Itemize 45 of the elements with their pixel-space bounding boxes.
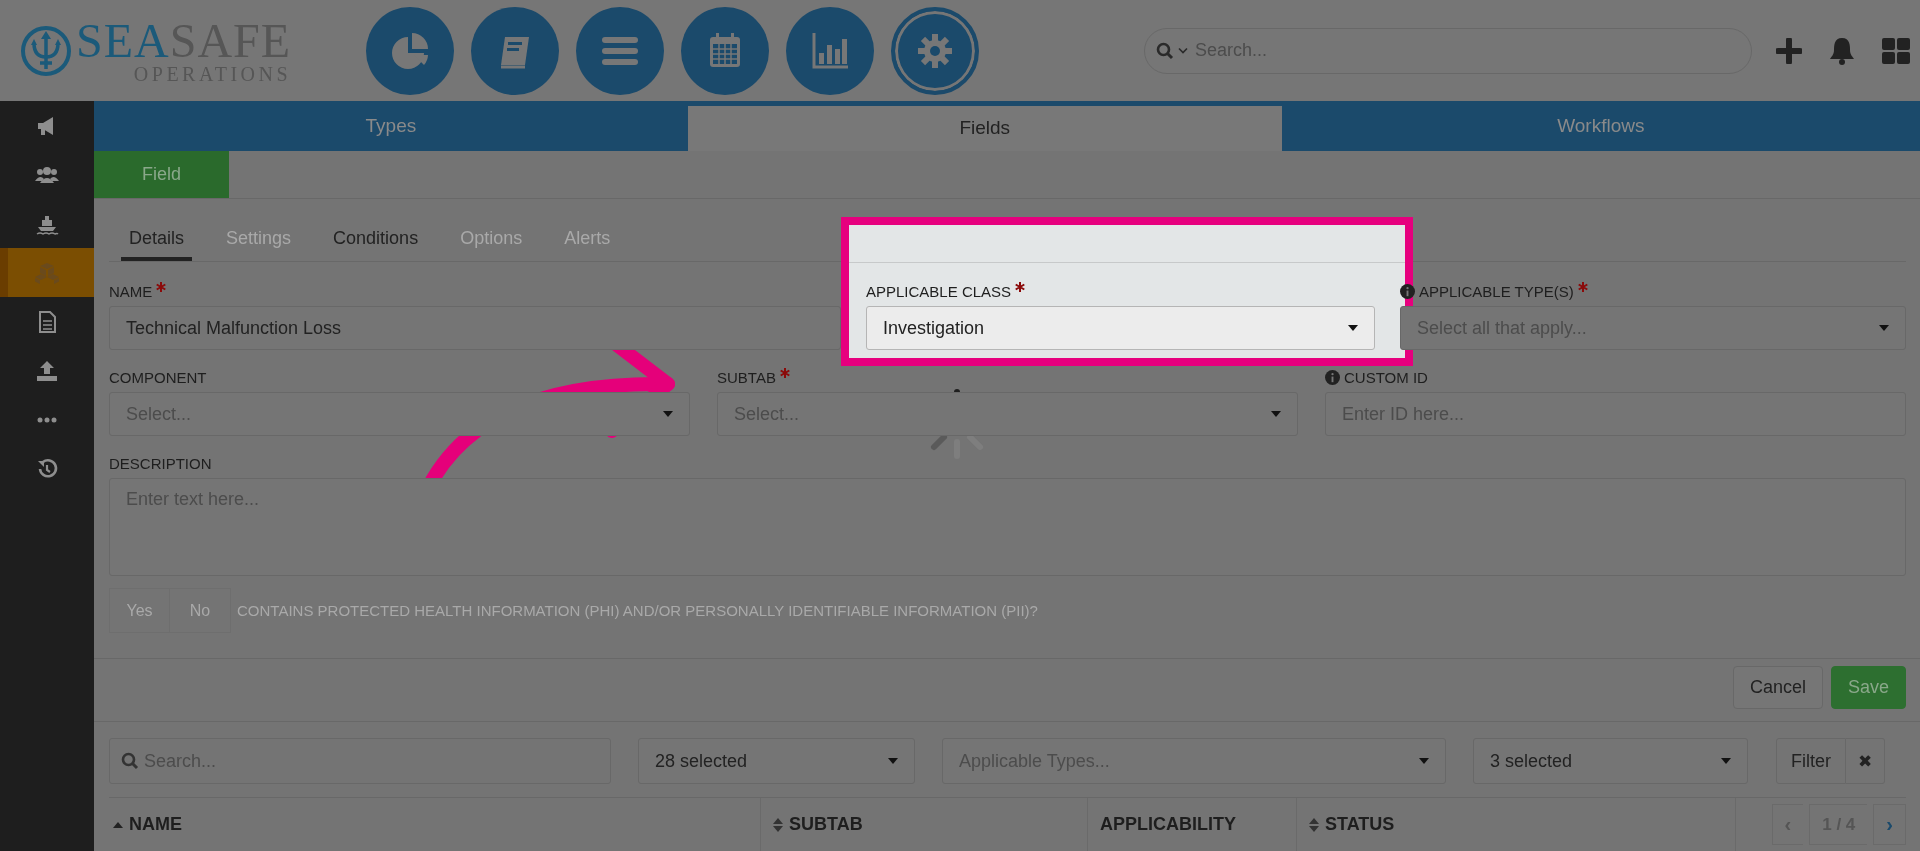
caret-icon [1879,325,1889,332]
filter-select[interactable]: 3 selected [1473,738,1748,785]
filter-button[interactable]: Filter [1776,738,1846,785]
sort-up-icon [113,821,123,828]
caret-icon [1271,411,1281,418]
filter-select[interactable]: 28 selected [638,738,915,785]
field-label: APPLICABLE CLASS [866,282,1012,300]
field-label: COMPONENT [109,368,207,386]
caret-icon [1348,325,1358,332]
search-icon [121,752,139,771]
boxes-icon [35,260,59,285]
upload-icon [35,358,59,383]
main-tab[interactable]: Fields [687,106,1282,151]
previous-page-button[interactable]: ‹ [1771,804,1804,845]
field-label: SUBTAB [717,368,776,386]
bell-icon[interactable] [1828,35,1856,66]
next-page-button[interactable]: › [1873,804,1906,845]
dots-icon [37,416,57,423]
search-icon [1156,41,1174,60]
select-field[interactable]: Investigation [866,306,1375,351]
column-header[interactable]: NAME [129,814,182,836]
cancel-button[interactable]: Cancel [1732,666,1823,710]
field-label: APPLICABLE TYPE(S) [1419,282,1574,300]
field-label: NAME [109,282,153,300]
chevron-icon [1178,47,1188,54]
sort-icon [773,817,783,832]
caret-icon [888,758,898,765]
plus-icon[interactable] [1776,37,1802,64]
clear-button[interactable]: ✖ [1846,738,1885,785]
field-label: CUSTOM ID [1344,368,1428,386]
sub-tab[interactable]: Details [121,219,193,262]
grid-icon[interactable] [1882,37,1910,64]
text-field[interactable]: Technical Malfunction Loss [109,306,841,351]
column-header[interactable]: APPLICABILITY [1100,814,1236,836]
sub-tab[interactable]: Conditions [325,219,427,262]
field-section-button[interactable]: Field [94,150,229,199]
column-header[interactable]: STATUS [1325,814,1395,836]
trident-logo-icon [20,24,72,77]
caret-icon [1419,758,1429,765]
sort-icon [1309,817,1319,832]
field-label: DESCRIPTION [109,454,212,472]
column-header[interactable]: SUBTAB [789,814,863,836]
caret-icon [1721,758,1731,765]
save-button[interactable]: Save [1830,666,1906,710]
caret-icon [663,411,673,418]
